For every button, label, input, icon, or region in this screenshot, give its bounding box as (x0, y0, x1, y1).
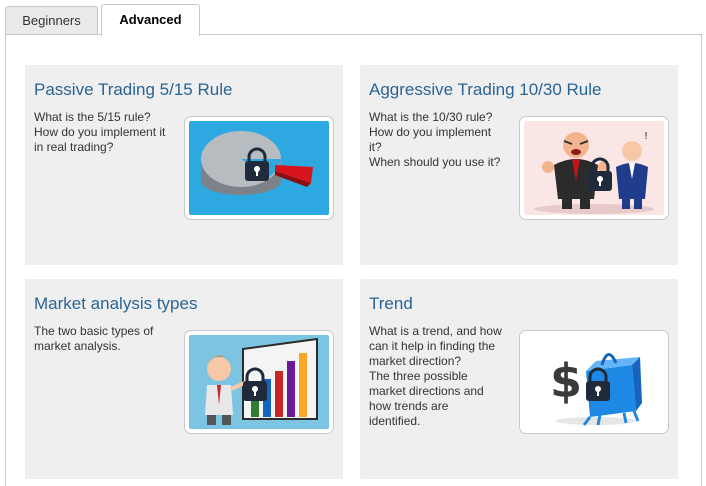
dollar-bag-lock-icon: $ (550, 353, 642, 426)
tab-panel: Passive Trading 5/15 Rule What is the 5/… (5, 34, 702, 486)
bar-chart-presenter-lock-icon (205, 337, 318, 425)
card-market-analysis-types[interactable]: Market analysis types The two basic type… (25, 279, 343, 479)
card-thumbnail[interactable]: ! (519, 116, 669, 220)
card-description: The two basic types of market analysis. (34, 324, 154, 353)
card-thumbnail[interactable] (184, 330, 334, 434)
card-title[interactable]: Aggressive Trading 10/30 Rule (369, 80, 601, 100)
card-title[interactable]: Passive Trading 5/15 Rule (34, 80, 232, 100)
card-trend[interactable]: Trend What is a trend, and how can it he… (360, 279, 678, 479)
tab-bar: Beginners Advanced (5, 4, 200, 36)
tab-advanced[interactable]: Advanced (101, 4, 200, 36)
card-passive-trading[interactable]: Passive Trading 5/15 Rule What is the 5/… (25, 65, 343, 265)
card-thumbnail[interactable]: $ (519, 330, 669, 434)
card-description: What is a trend, and how can it help in … (369, 324, 502, 428)
svg-text:!: ! (644, 131, 648, 142)
card-aggressive-trading[interactable]: Aggressive Trading 10/30 Rule What is th… (360, 65, 678, 265)
card-description: What is the 10/30 rule? How do you imple… (369, 110, 501, 169)
card-title[interactable]: Market analysis types (34, 294, 197, 314)
pie-chart-lock-icon (201, 131, 313, 195)
tab-beginners[interactable]: Beginners (5, 6, 98, 35)
svg-text:$: $ (550, 354, 582, 408)
businessmen-argument-lock-icon: ! (534, 131, 654, 214)
card-title[interactable]: Trend (369, 294, 413, 314)
card-thumbnail[interactable] (184, 116, 334, 220)
card-description: What is the 5/15 rule? How do you implem… (34, 110, 166, 154)
